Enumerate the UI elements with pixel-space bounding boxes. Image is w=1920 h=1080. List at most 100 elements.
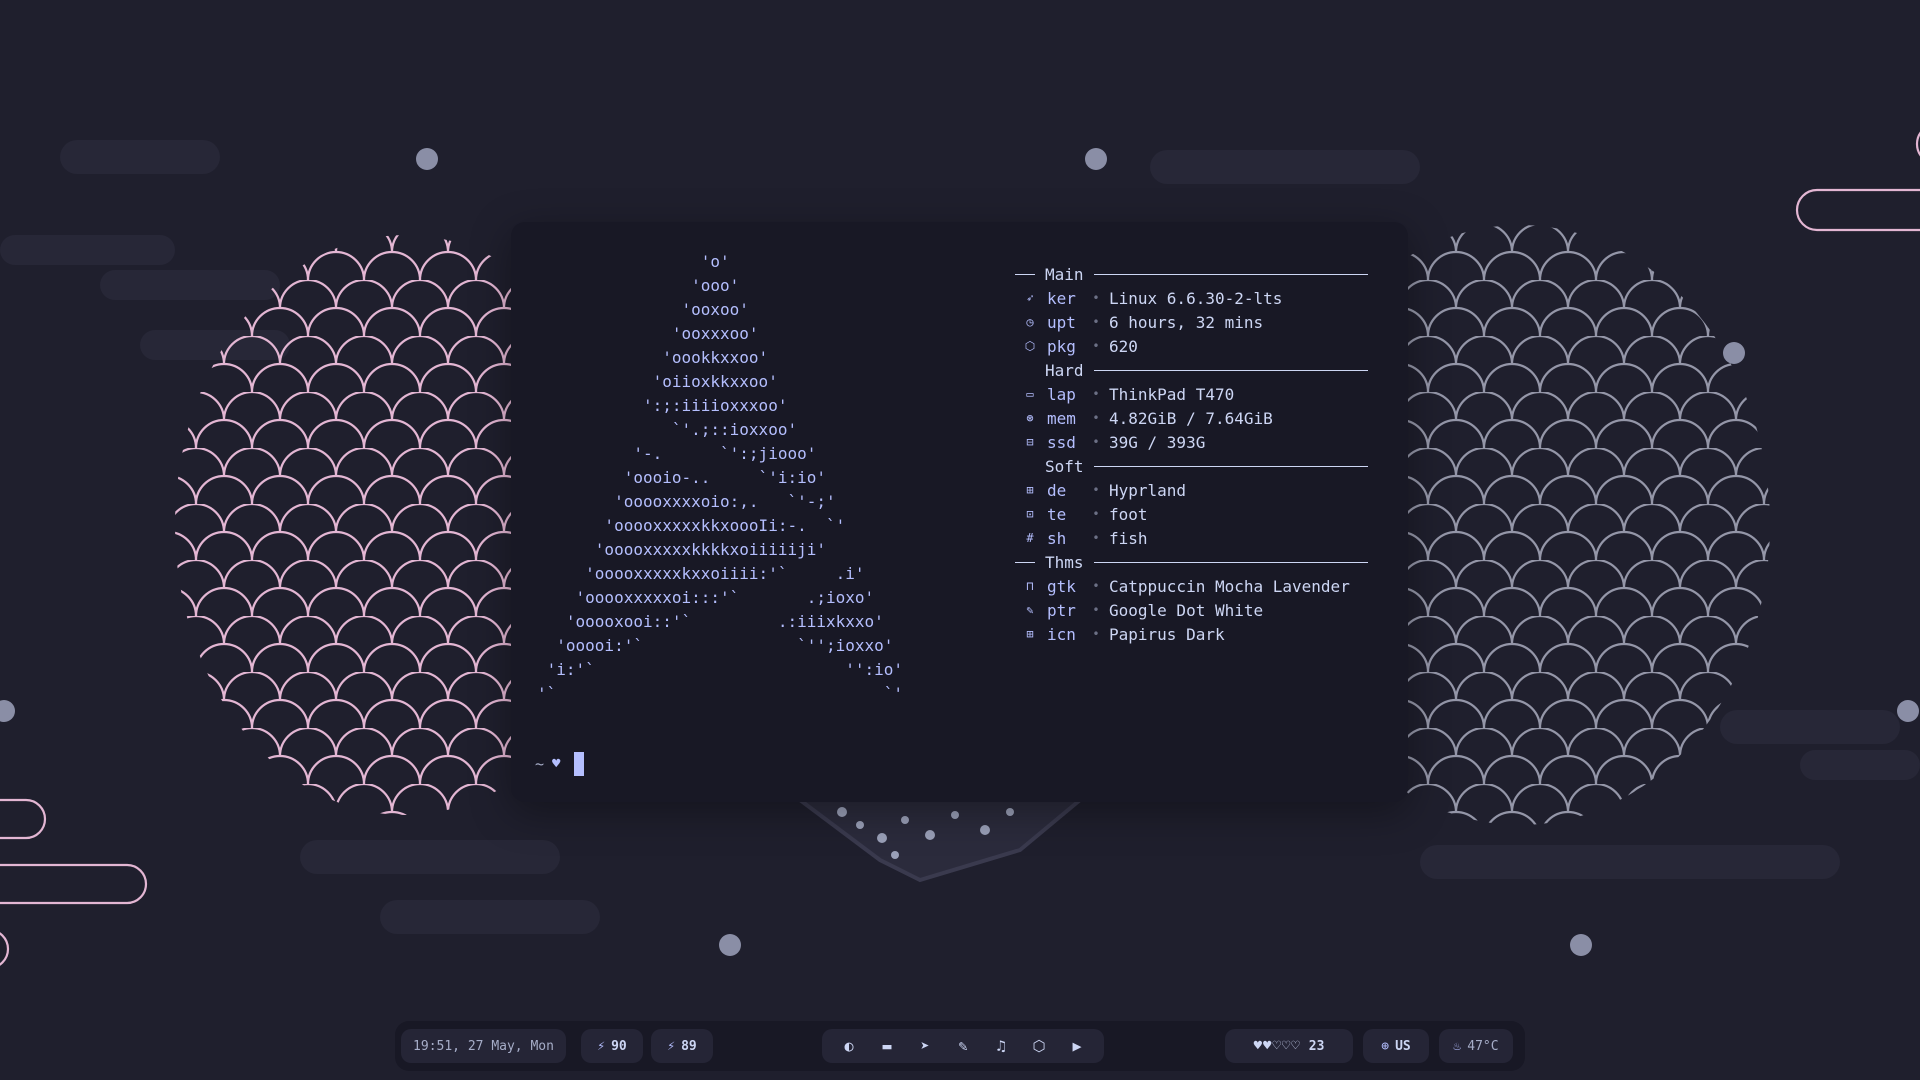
bullet: •	[1092, 411, 1100, 425]
keyboard-layout: US	[1395, 1038, 1411, 1054]
section-thms: Thms	[1015, 550, 1368, 574]
bullet: •	[1092, 627, 1100, 641]
app-paint-icon[interactable]: ✎	[944, 1037, 982, 1055]
app-music-icon[interactable]: ♫	[982, 1037, 1020, 1055]
info-row-upt: ◷ upt • 6 hours, 32 mins	[1015, 310, 1368, 334]
section-title: Soft	[1045, 456, 1084, 476]
info-row-pkg: ⬡ pkg • 620	[1015, 334, 1368, 358]
package-icon: ⬡	[1024, 339, 1036, 353]
info-key: mem	[1047, 408, 1076, 428]
section-divider	[1093, 273, 1368, 275]
section-divider	[1015, 273, 1035, 275]
heart-icon: ♥	[552, 756, 561, 772]
temperature-widget[interactable]: ♨ 47°C	[1439, 1029, 1513, 1063]
app-browser-icon[interactable]: ◐	[830, 1037, 868, 1055]
clock-text: 19:51, 27 May, Mon	[413, 1038, 554, 1054]
section-divider	[1093, 369, 1368, 371]
section-title: Main	[1045, 264, 1084, 284]
section-soft: Soft	[1015, 454, 1368, 478]
app-telegram-icon[interactable]: ➤	[906, 1037, 944, 1055]
info-key: pkg	[1047, 336, 1076, 356]
info-key: icn	[1047, 624, 1076, 644]
info-value: Catppuccin Mocha Lavender	[1109, 576, 1350, 596]
fetch-info: Main ➶ ker • Linux 6.6.30-2-lts ◷ upt • 6 hour…	[1015, 262, 1368, 646]
battery-widget-1[interactable]: ⚡ 90	[581, 1029, 643, 1063]
section-hard: Hard	[1015, 358, 1368, 382]
chip-icon: ⊛	[1026, 411, 1034, 425]
app-launcher: ◐ ▬ ➤ ✎ ♫ ⬡ ▶	[822, 1029, 1104, 1063]
section-title: Thms	[1045, 552, 1084, 572]
section-title: Hard	[1045, 360, 1084, 380]
info-row-lap: ▭ lap • ThinkPad T470	[1015, 382, 1368, 406]
disk-icon: ⊟	[1026, 435, 1034, 449]
bullet: •	[1092, 315, 1100, 329]
info-row-gtk: ⊓ gtk • Catppuccin Mocha Lavender	[1015, 574, 1368, 598]
bullet: •	[1092, 531, 1100, 545]
prompt-path: ~	[535, 755, 545, 773]
info-value: ThinkPad T470	[1109, 384, 1235, 404]
bullet: •	[1092, 435, 1100, 449]
monitor-icon: ▭	[1026, 387, 1034, 401]
info-value: 620	[1109, 336, 1138, 356]
rocket-icon: ➶	[1026, 291, 1034, 305]
info-row-ker: ➶ ker • Linux 6.6.30-2-lts	[1015, 286, 1368, 310]
info-value: Papirus Dark	[1109, 624, 1225, 644]
text-cursor[interactable]	[574, 752, 585, 776]
globe-icon: ⊕	[1381, 1038, 1390, 1054]
info-key: ptr	[1047, 600, 1076, 620]
battery-icon: ⚡	[667, 1038, 676, 1054]
info-value: 6 hours, 32 mins	[1109, 312, 1264, 332]
info-key: ssd	[1047, 432, 1076, 452]
terminal-window[interactable]: 'o' 'ooo' 'ooxoo' 'ooxxxoo' 'oookkxxoo' …	[511, 222, 1408, 802]
battery-icon: ⚡	[597, 1038, 606, 1054]
shell-prompt[interactable]: ~ ♥	[535, 752, 585, 776]
battery-level: 89	[681, 1038, 697, 1054]
section-main: Main	[1015, 262, 1368, 286]
flame-icon: ♨	[1453, 1038, 1462, 1054]
palette-icon: ⊓	[1026, 579, 1034, 593]
section-divider	[1015, 561, 1035, 563]
clock-widget[interactable]: 19:51, 27 May, Mon	[401, 1029, 566, 1063]
keyboard-layout-widget[interactable]: ⊕ US	[1363, 1029, 1429, 1063]
terminal-icon: ⊡	[1026, 507, 1034, 521]
info-key: upt	[1047, 312, 1076, 332]
app-window-icon[interactable]: ▬	[868, 1037, 906, 1055]
distro-ascii-logo: 'o' 'ooo' 'ooxoo' 'ooxxxoo' 'oookkxxoo' …	[537, 252, 904, 703]
bullet: •	[1092, 507, 1100, 521]
temperature: 47°C	[1467, 1038, 1499, 1054]
bullet: •	[1092, 483, 1100, 497]
info-row-icn: ⊞ icn • Papirus Dark	[1015, 622, 1368, 646]
info-key: te	[1047, 504, 1067, 524]
info-row-sh: # sh • fish	[1015, 526, 1368, 550]
section-divider	[1093, 561, 1368, 563]
info-key: sh	[1047, 528, 1067, 548]
app-box-icon[interactable]: ⬡	[1020, 1037, 1058, 1055]
battery-level: 90	[611, 1038, 627, 1054]
section-divider	[1093, 465, 1368, 467]
hash-icon: #	[1026, 531, 1034, 545]
clock-icon: ◷	[1026, 315, 1034, 329]
info-value: Google Dot White	[1109, 600, 1264, 620]
bullet: •	[1092, 603, 1100, 617]
info-value: foot	[1109, 504, 1148, 524]
info-value: 4.82GiB / 7.64GiB	[1109, 408, 1273, 428]
info-row-ptr: ✎ ptr • Google Dot White	[1015, 598, 1368, 622]
info-value: Hyprland	[1109, 480, 1187, 500]
bullet: •	[1092, 579, 1100, 593]
grid-icon: ⊞	[1026, 627, 1034, 641]
status-bar: 19:51, 27 May, Mon ⚡ 90 ⚡ 89 ◐ ▬ ➤ ✎ ♫ ⬡…	[395, 1021, 1525, 1071]
info-value: fish	[1109, 528, 1148, 548]
bullet: •	[1092, 339, 1100, 353]
hearts-widget[interactable]: ♥♥♡♡♡ 23	[1225, 1029, 1353, 1063]
info-value: Linux 6.6.30-2-lts	[1109, 288, 1283, 308]
battery-widget-2[interactable]: ⚡ 89	[651, 1029, 713, 1063]
info-value: 39G / 393G	[1109, 432, 1206, 452]
pen-icon: ✎	[1026, 603, 1034, 617]
app-play-icon[interactable]: ▶	[1058, 1037, 1096, 1055]
info-row-mem: ⊛ mem • 4.82GiB / 7.64GiB	[1015, 406, 1368, 430]
info-row-te: ⊡ te • foot	[1015, 502, 1368, 526]
hearts-icons: ♥♥♡♡♡	[1253, 1038, 1301, 1054]
info-key: de	[1047, 480, 1067, 500]
bullet: •	[1092, 387, 1100, 401]
bullet: •	[1092, 291, 1100, 305]
